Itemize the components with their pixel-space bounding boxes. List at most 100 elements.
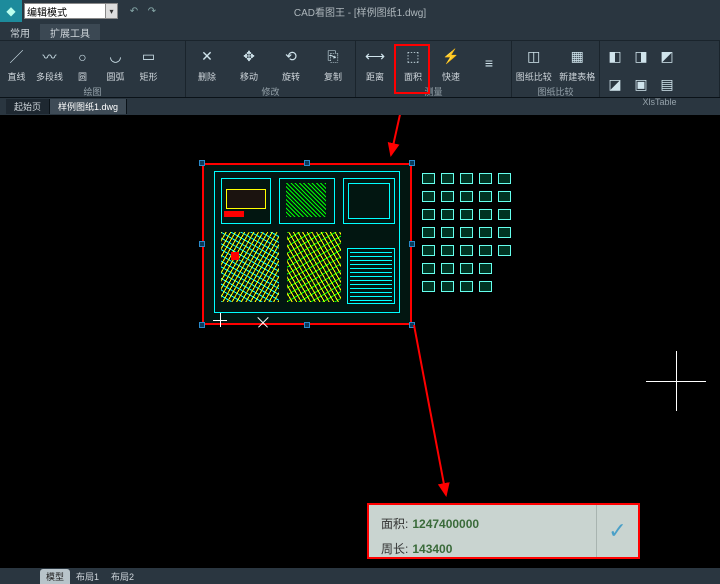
quick-label: 快速	[442, 70, 460, 83]
sheet-thumb[interactable]	[422, 173, 435, 184]
table-icon: ▦	[566, 46, 588, 68]
sheet-thumb[interactable]	[498, 173, 511, 184]
sheet-thumb[interactable]	[460, 209, 473, 220]
sheet-thumb[interactable]	[441, 173, 454, 184]
rect-label: 矩形	[139, 70, 157, 83]
compare-label: 图纸比较	[516, 70, 552, 83]
sheet-thumb[interactable]	[498, 209, 511, 220]
sheet-thumb[interactable]	[441, 209, 454, 220]
xls-icon-4: ◪	[604, 73, 626, 95]
mode-dropdown[interactable]: 编辑模式	[24, 3, 106, 19]
selection-handle[interactable]	[199, 241, 205, 247]
sheet-thumb[interactable]	[441, 227, 454, 238]
sheet-thumb[interactable]	[422, 263, 435, 274]
ribbon-group-compare: ◫图纸比较 ▦新建表格 图纸比较	[512, 41, 600, 97]
ribbon-group-modify: ✕删除 ✥移动 ⟲旋转 ⎘复制 修改	[186, 41, 356, 97]
sheet-thumb[interactable]	[479, 245, 492, 256]
sheet-thumb[interactable]	[479, 191, 492, 202]
quick-icon: ⚡	[440, 46, 462, 68]
sheet-thumb[interactable]	[441, 263, 454, 274]
undo-icon[interactable]: ↶	[128, 5, 140, 17]
tab-common[interactable]: 常用	[0, 24, 40, 40]
delete-button[interactable]: ✕删除	[186, 44, 228, 83]
ribbon: ／直线 〰多段线 ○圆 ◡圆弧 ▭矩形 绘图 ✕删除 ✥移动 ⟲旋转 ⎘复制 修…	[0, 40, 720, 98]
sheet-thumb[interactable]	[422, 227, 435, 238]
selection-handle[interactable]	[409, 241, 415, 247]
xls-icon-2: ◨	[630, 45, 652, 67]
selection-handle[interactable]	[304, 322, 310, 328]
polyline-button[interactable]: 〰多段线	[33, 44, 66, 83]
xls-icon-3: ◩	[656, 45, 678, 67]
layout-tab-2[interactable]: 布局2	[105, 569, 140, 584]
status-bar: 模型 布局1 布局2	[0, 568, 720, 584]
arc-button[interactable]: ◡圆弧	[99, 44, 132, 83]
sheet-thumb[interactable]	[498, 245, 511, 256]
line-button[interactable]: ／直线	[0, 44, 33, 83]
mode-dropdown-arrow[interactable]: ▾	[106, 3, 118, 19]
xls-btn-2[interactable]: ◨	[630, 43, 652, 67]
sheet-thumb[interactable]	[479, 173, 492, 184]
sheet-thumb[interactable]	[441, 245, 454, 256]
ribbon-group-measure: ⟷距离 ⬚面积 ⚡快速 ≡ 测量	[356, 41, 512, 97]
xls-btn-5[interactable]: ▣	[630, 71, 652, 95]
sheet-thumb[interactable]	[460, 227, 473, 238]
compare-button[interactable]: ◫图纸比较	[512, 44, 556, 83]
area-label: 面积:	[381, 517, 408, 531]
cad-block	[343, 178, 395, 224]
perimeter-row: 周长:143400	[381, 540, 584, 557]
sheet-thumb[interactable]	[441, 281, 454, 292]
sheet-thumb[interactable]	[479, 263, 492, 274]
sheet-thumb[interactable]	[441, 191, 454, 202]
doctab-start[interactable]: 起始页	[6, 99, 50, 114]
cad-block	[287, 232, 341, 302]
doctab-drawing[interactable]: 样例图纸1.dwg	[50, 99, 127, 114]
copy-button[interactable]: ⎘复制	[312, 44, 354, 83]
sheet-thumb[interactable]	[422, 281, 435, 292]
selection-handle[interactable]	[304, 160, 310, 166]
selection-handle[interactable]	[199, 160, 205, 166]
sheet-thumb[interactable]	[422, 245, 435, 256]
redo-icon[interactable]: ↷	[146, 5, 158, 17]
rotate-icon: ⟲	[280, 46, 302, 68]
selection-handle[interactable]	[409, 322, 415, 328]
sheet-thumb[interactable]	[479, 209, 492, 220]
tab-extend[interactable]: 扩展工具	[40, 24, 100, 40]
circle-button[interactable]: ○圆	[66, 44, 99, 83]
quick-button[interactable]: ⚡ 快速	[432, 44, 470, 83]
layout-tab-model[interactable]: 模型	[40, 569, 70, 584]
sheet-thumb[interactable]	[460, 191, 473, 202]
distance-label: 距离	[366, 70, 384, 83]
sheet-thumb[interactable]	[460, 281, 473, 292]
sheet-thumb[interactable]	[460, 173, 473, 184]
confirm-check-button[interactable]: ✓	[596, 505, 638, 557]
selection-handle[interactable]	[199, 322, 205, 328]
rect-button[interactable]: ▭矩形	[132, 44, 165, 83]
xls-btn-4[interactable]: ◪	[604, 71, 626, 95]
copy-icon: ⎘	[322, 46, 344, 68]
xls-btn-1[interactable]: ◧	[604, 43, 626, 67]
layout-tab-1[interactable]: 布局1	[70, 569, 105, 584]
measure-more-button[interactable]: ≡	[470, 50, 508, 76]
newtable-button[interactable]: ▦新建表格	[556, 44, 600, 83]
sheet-thumb[interactable]	[479, 281, 492, 292]
sheet-thumb[interactable]	[498, 227, 511, 238]
sheet-thumb[interactable]	[422, 209, 435, 220]
sheet-thumb[interactable]	[460, 263, 473, 274]
move-button[interactable]: ✥移动	[228, 44, 270, 83]
xls-icon-1: ◧	[604, 45, 626, 67]
sheet-row	[422, 227, 511, 238]
crosshair-cursor	[646, 351, 706, 411]
distance-button[interactable]: ⟷距离	[356, 44, 394, 83]
xls-btn-3[interactable]: ◩	[656, 43, 678, 67]
drawing-canvas[interactable]: 面积: 1247400000 周长:143400 ✓	[0, 115, 720, 568]
cad-block	[221, 232, 279, 302]
sheet-thumb[interactable]	[422, 191, 435, 202]
area-value: 1247400000	[412, 517, 479, 531]
selection-handle[interactable]	[409, 160, 415, 166]
sheet-thumb[interactable]	[479, 227, 492, 238]
sheet-thumb[interactable]	[460, 245, 473, 256]
sheet-thumb[interactable]	[498, 191, 511, 202]
rotate-button[interactable]: ⟲旋转	[270, 44, 312, 83]
sheet-row	[422, 191, 511, 202]
xls-btn-6[interactable]: ▤	[656, 71, 678, 95]
